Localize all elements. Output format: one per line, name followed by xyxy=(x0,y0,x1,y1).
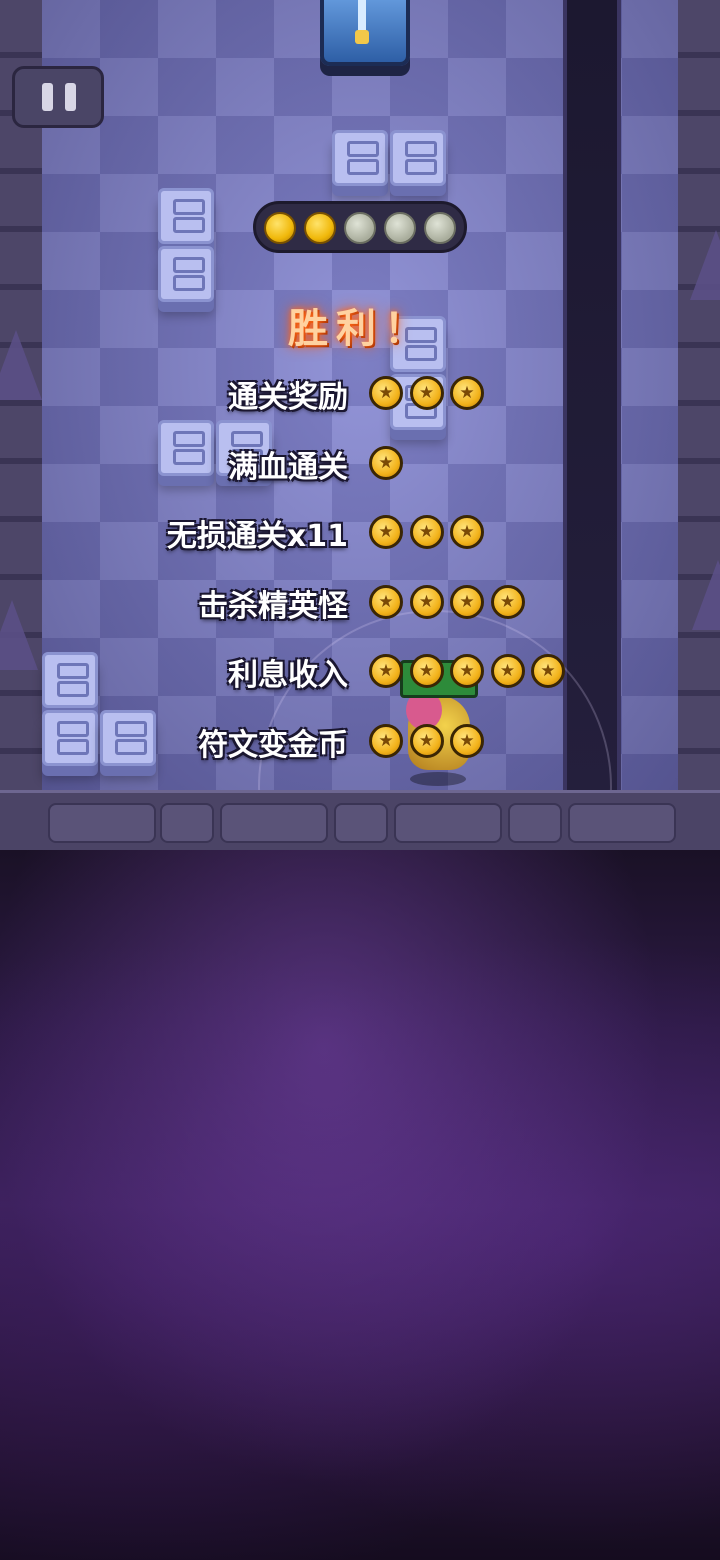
gold-coin-icon xyxy=(409,584,444,619)
reward-row: 满血通关 xyxy=(0,430,720,494)
reward-label: 符文变金币 xyxy=(198,727,348,763)
gold-coin-icon xyxy=(531,654,565,688)
bottom-wall xyxy=(0,790,720,850)
reward-row: 利息收入 xyxy=(0,638,720,702)
reward-label: 无损通关x11 xyxy=(166,519,348,554)
crystal-decoration xyxy=(690,230,720,300)
gold-coin-icon xyxy=(369,376,403,410)
stone-block xyxy=(158,188,214,244)
gold-coin-icon xyxy=(409,376,444,410)
gold-coin-icon xyxy=(450,654,484,688)
level-progress-coins xyxy=(253,201,467,253)
gold-coin-icon xyxy=(409,654,444,688)
stone-block xyxy=(158,246,214,302)
progress-coin-empty xyxy=(344,212,376,244)
gold-coin-icon xyxy=(490,654,525,688)
pause-button[interactable] xyxy=(12,66,104,128)
gold-coin-icon xyxy=(369,654,403,688)
progress-coin-filled xyxy=(264,212,296,244)
gold-coin-icon xyxy=(369,515,403,549)
reward-label: 满血通关 xyxy=(228,449,348,485)
gold-coin-icon xyxy=(369,584,403,619)
progress-coin-empty xyxy=(384,212,416,244)
treasure-chest[interactable] xyxy=(320,0,410,66)
victory-title: 胜利！ xyxy=(288,306,432,352)
reward-label: 通关奖励 xyxy=(228,380,348,415)
gold-coin-icon xyxy=(450,515,484,549)
gold-coin-icon xyxy=(369,723,403,758)
gold-coin-icon xyxy=(409,723,444,758)
reward-label: 利息收入 xyxy=(228,658,348,693)
reward-row: 击杀精英怪 xyxy=(0,569,720,633)
reward-row: 通关奖励 xyxy=(0,360,720,424)
void-background xyxy=(0,850,720,1560)
gold-coin-icon xyxy=(450,376,484,410)
reward-label: 击杀精英怪 xyxy=(198,588,348,624)
gold-coin-icon xyxy=(450,584,484,619)
stone-block xyxy=(390,130,446,186)
gold-coin-icon xyxy=(409,515,444,549)
gold-coin-icon xyxy=(450,723,484,758)
lock-icon xyxy=(355,30,369,44)
reward-row: 无损通关x11 xyxy=(0,499,720,563)
reward-row: 符文变金币 xyxy=(0,708,720,772)
gold-coin-icon xyxy=(490,584,525,619)
progress-coin-empty xyxy=(424,212,456,244)
stone-block xyxy=(332,130,388,186)
progress-coin-filled xyxy=(304,212,336,244)
gold-coin-icon xyxy=(369,445,403,480)
